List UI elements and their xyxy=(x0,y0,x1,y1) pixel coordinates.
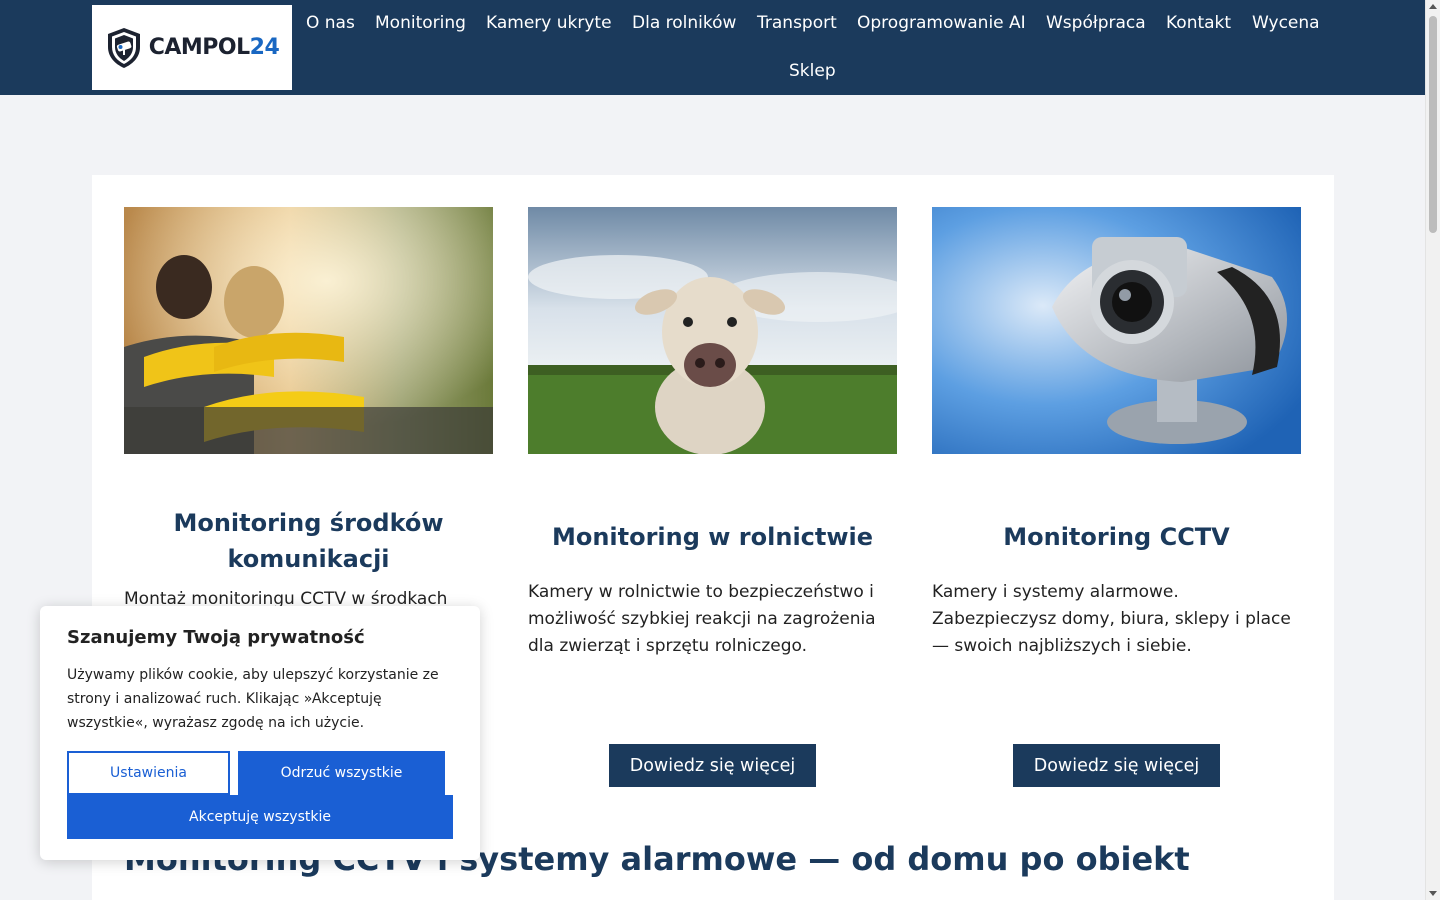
nav-link-kamery-ukryte[interactable]: Kamery ukryte xyxy=(486,12,612,34)
learn-more-button-cctv[interactable]: Dowiedz się więcej xyxy=(1013,744,1220,787)
nav-link-dla-rolnikow[interactable]: Dla rolników xyxy=(632,12,736,34)
site-logo[interactable]: CAMPOL24 xyxy=(92,5,292,90)
card-title-agriculture: Monitoring w rolnictwie xyxy=(551,523,874,551)
card-desc-agriculture: Kamery w rolnictwie to bezpieczeństwo i … xyxy=(528,582,876,656)
cookie-banner-title: Szanujemy Twoją prywatność xyxy=(67,627,365,648)
card-title-cctv: Monitoring CCTV xyxy=(1003,523,1230,551)
page-scrollbar[interactable] xyxy=(1425,0,1440,900)
bus-interior-image xyxy=(124,207,493,454)
cookie-reject-all-button[interactable]: Odrzuć wszystkie xyxy=(238,751,445,795)
nav-link-oprogramowanie-ai[interactable]: Oprogramowanie AI xyxy=(857,12,1026,34)
cookie-settings-button[interactable]: Ustawienia xyxy=(67,751,230,795)
cow-image xyxy=(528,207,897,454)
cookie-accept-all-button[interactable]: Akceptuję wszystkie xyxy=(67,795,453,839)
nav-link-kontakt[interactable]: Kontakt xyxy=(1166,12,1231,34)
nav-link-sklep[interactable]: Sklep xyxy=(789,60,836,82)
nav-link-wspolpraca[interactable]: Współpraca xyxy=(1046,12,1146,34)
cookie-banner-text: Używamy plików cookie, aby ulepszyć korz… xyxy=(67,667,439,731)
learn-more-button-agriculture[interactable]: Dowiedz się więcej xyxy=(609,744,816,787)
card-title-transport: Monitoring środków komunikacji xyxy=(173,509,444,573)
shield-camera-icon xyxy=(107,27,140,68)
cookie-consent-banner: Szanujemy Twoją prywatność Używamy plikó… xyxy=(40,606,480,860)
cctv-camera-image xyxy=(932,207,1301,454)
nav-link-o-nas[interactable]: O nas xyxy=(306,12,355,34)
nav-link-transport[interactable]: Transport xyxy=(757,12,837,34)
nav-link-wycena[interactable]: Wycena xyxy=(1252,12,1320,34)
nav-link-monitoring[interactable]: Monitoring xyxy=(375,12,466,34)
scroll-up-arrow-icon[interactable] xyxy=(1429,4,1437,9)
scrollbar-thumb[interactable] xyxy=(1429,16,1437,233)
card-desc-cctv: Kamery i systemy alarmowe. Zabezpieczysz… xyxy=(932,582,1291,656)
scroll-down-arrow-icon[interactable] xyxy=(1429,891,1437,896)
site-header: CAMPOL24 O nas Monitoring Kamery ukryte … xyxy=(0,0,1425,95)
logo-wordmark: CAMPOL24 xyxy=(148,35,280,60)
